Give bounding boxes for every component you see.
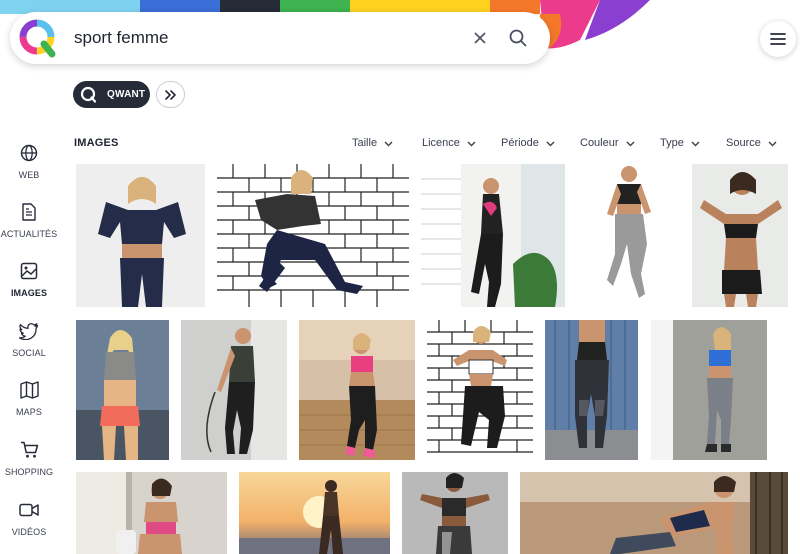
menu-button[interactable]	[760, 21, 796, 57]
image-result[interactable]	[76, 320, 169, 460]
filter-label: Type	[660, 137, 684, 149]
chevron-down-icon	[546, 141, 555, 146]
nav-item-shopping[interactable]: SHOPPING	[0, 440, 58, 477]
qwant-image-search-page: sport femme QWANT WEB ACTUALITÉS IMAGES …	[0, 0, 800, 554]
image-result[interactable]	[427, 320, 533, 460]
nav-label: ACTUALITÉS	[0, 229, 58, 239]
filter-label: Taille	[352, 137, 378, 149]
nav-label: VIDÉOS	[11, 527, 47, 537]
filter-label: Couleur	[580, 137, 619, 149]
filter-label: Licence	[422, 137, 460, 149]
search-bar: sport femme	[10, 12, 550, 64]
map-icon	[19, 380, 39, 400]
news-icon	[19, 202, 39, 222]
globe-icon	[19, 143, 39, 163]
twitter-icon	[19, 321, 39, 341]
image-result[interactable]	[299, 320, 415, 460]
image-icon	[19, 261, 39, 281]
image-result[interactable]	[76, 164, 205, 307]
image-result[interactable]	[520, 472, 788, 554]
nav-item-images[interactable]: IMAGES	[0, 261, 58, 298]
qwant-label: QWANT	[107, 89, 146, 100]
image-result[interactable]	[217, 164, 409, 307]
chevron-down-icon	[626, 141, 635, 146]
image-result[interactable]	[239, 472, 390, 554]
filter-licence[interactable]: Licence	[422, 137, 476, 149]
filter-taille[interactable]: Taille	[352, 137, 393, 149]
filter-label: Source	[726, 137, 761, 149]
filter-periode[interactable]: Période	[501, 137, 555, 149]
image-result[interactable]	[402, 472, 508, 554]
image-result[interactable]	[421, 164, 565, 307]
qwant-q-icon	[80, 86, 97, 103]
image-result[interactable]	[692, 164, 788, 307]
filter-type[interactable]: Type	[660, 137, 700, 149]
nav-item-web[interactable]: WEB	[0, 143, 58, 180]
image-result[interactable]	[577, 164, 681, 307]
close-icon	[474, 32, 486, 44]
search-input[interactable]: sport femme	[74, 28, 468, 48]
qwant-source-button[interactable]: QWANT	[73, 81, 150, 108]
chevron-down-icon	[691, 141, 700, 146]
image-result[interactable]	[76, 472, 227, 554]
search-button[interactable]	[504, 24, 532, 52]
nav-label: MAPS	[16, 407, 42, 417]
nav-label: IMAGES	[10, 288, 48, 298]
nav-item-maps[interactable]: MAPS	[0, 380, 58, 417]
image-result[interactable]	[651, 320, 767, 460]
nav-item-videos[interactable]: VIDÉOS	[0, 500, 58, 537]
nav-label: WEB	[18, 170, 40, 180]
search-icon	[509, 29, 527, 47]
cart-icon	[19, 440, 39, 460]
filter-label: Période	[501, 137, 539, 149]
more-sources-button[interactable]	[156, 81, 185, 108]
image-result[interactable]	[181, 320, 287, 460]
double-chevron-right-icon	[164, 89, 176, 100]
qwant-logo-icon[interactable]	[16, 16, 60, 60]
nav-label: SOCIAL	[12, 348, 46, 358]
nav-label: SHOPPING	[4, 467, 54, 477]
section-title: IMAGES	[74, 137, 119, 149]
clear-search-button[interactable]	[468, 26, 492, 50]
chevron-down-icon	[467, 141, 476, 146]
filter-couleur[interactable]: Couleur	[580, 137, 635, 149]
hamburger-icon	[770, 33, 786, 45]
image-result[interactable]	[545, 320, 638, 460]
video-icon	[19, 500, 39, 520]
nav-item-actualites[interactable]: ACTUALITÉS	[0, 202, 58, 239]
filter-source[interactable]: Source	[726, 137, 777, 149]
nav-item-social[interactable]: SOCIAL	[0, 321, 58, 358]
chevron-down-icon	[384, 141, 393, 146]
chevron-down-icon	[768, 141, 777, 146]
